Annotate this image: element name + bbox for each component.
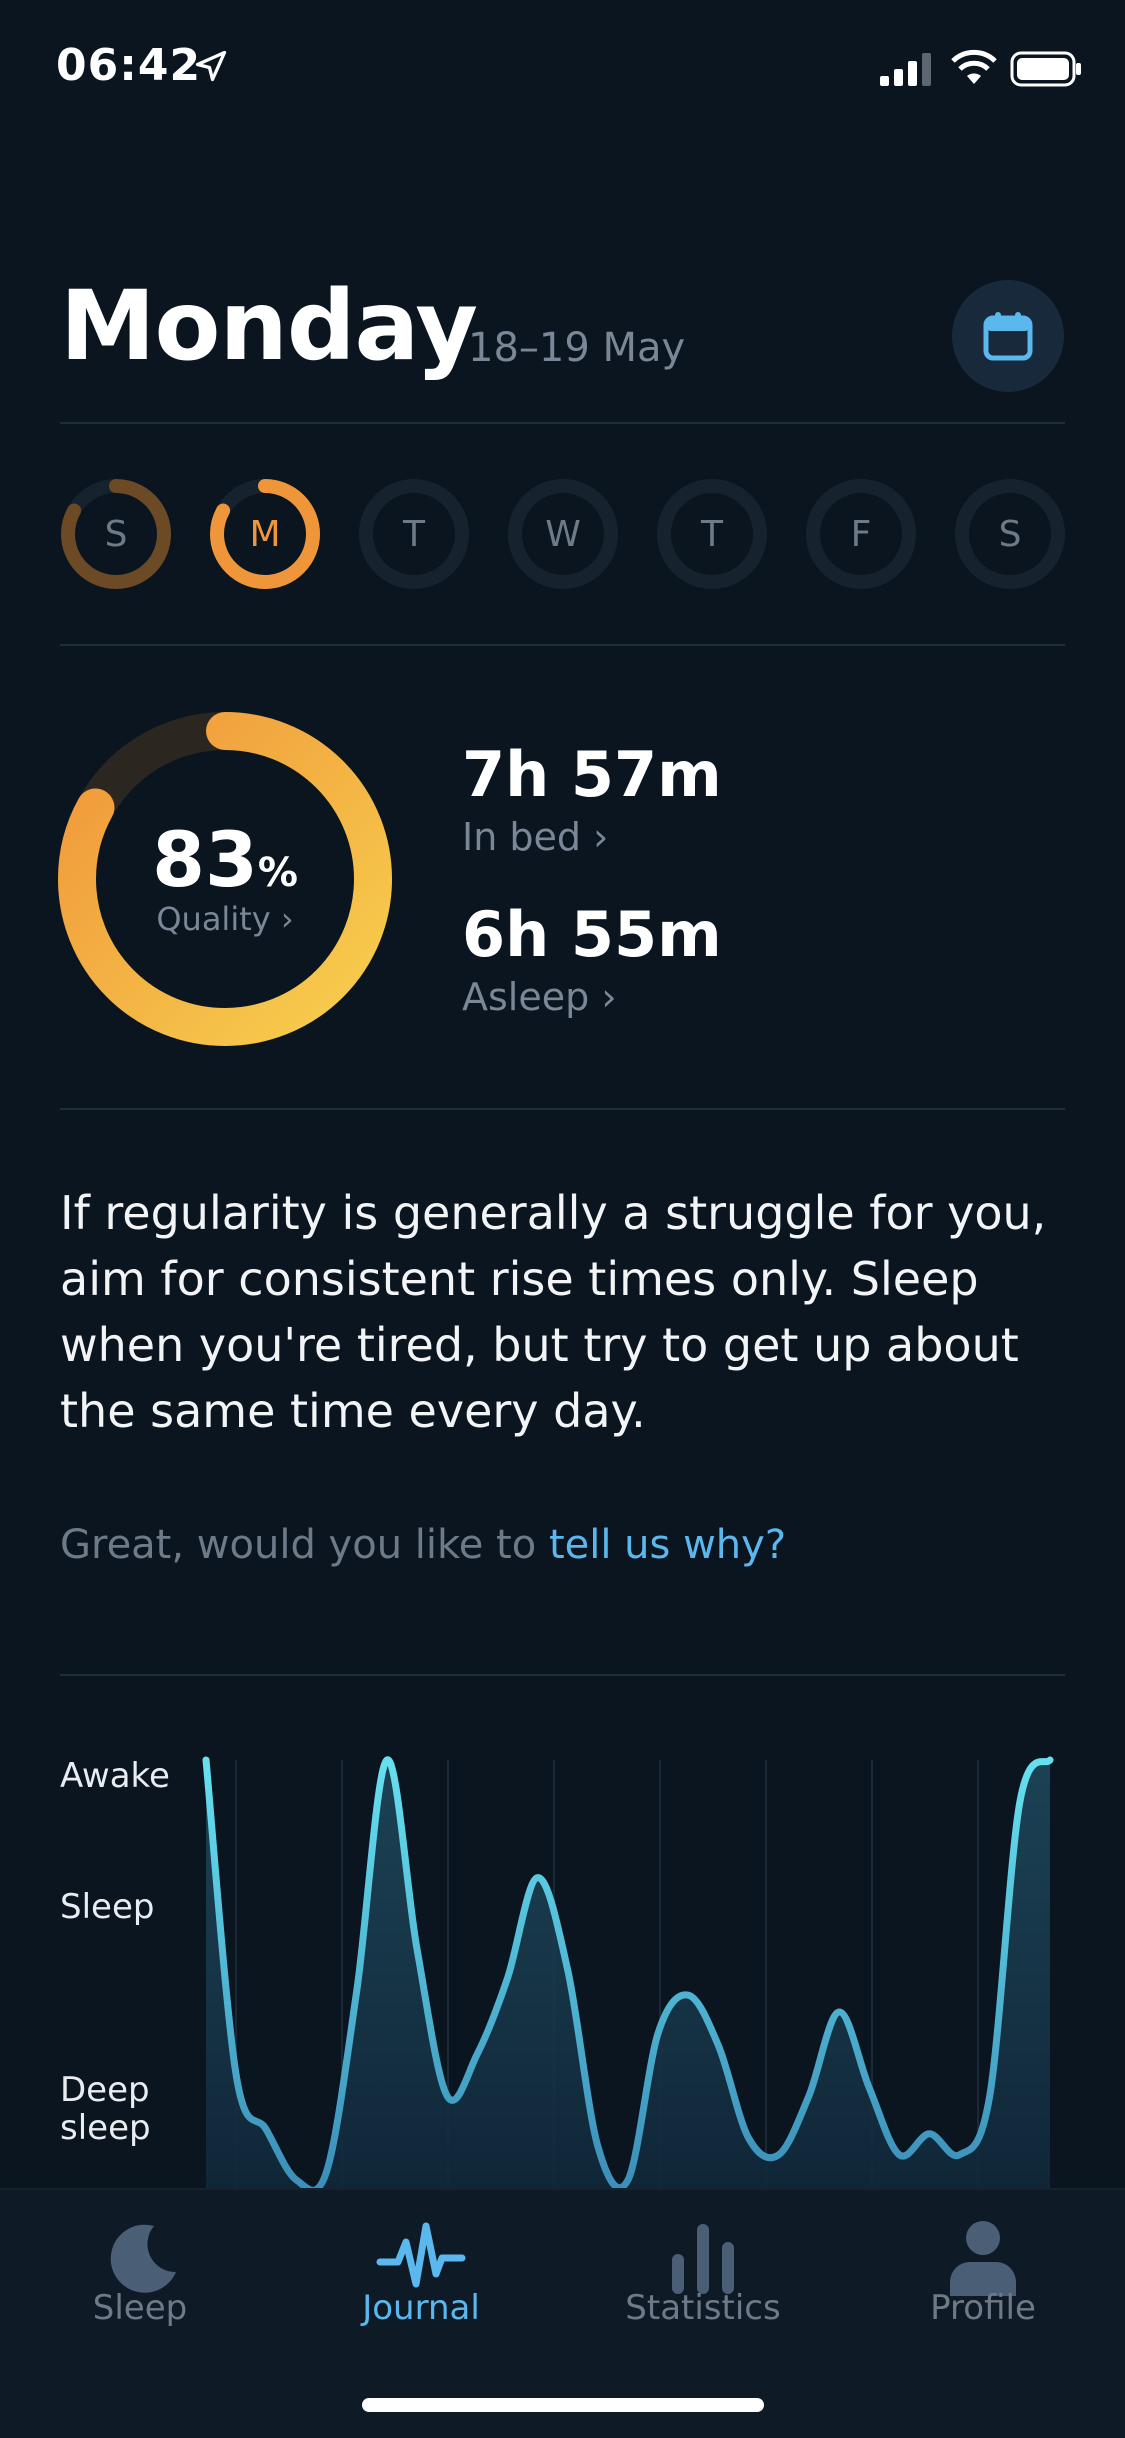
in-bed-link[interactable]: In bed › (462, 815, 608, 859)
y-level-sleep: Sleep (60, 1887, 155, 1927)
day-letter: W (545, 513, 581, 555)
feedback-text: Great, would you like to (60, 1522, 549, 1568)
y-level-awake: Awake (60, 1756, 170, 1796)
day-button[interactable]: M (207, 476, 323, 592)
y-level-deep-sleep: Deep sleep (60, 2070, 151, 2148)
day-letter: T (403, 513, 425, 555)
feedback-prompt: Great, would you like to tell us why? (60, 1522, 786, 1568)
tab-label: Statistics (625, 2288, 781, 2328)
calendar-button[interactable] (952, 280, 1064, 392)
chevron-right-icon: › (601, 975, 617, 1019)
divider (60, 422, 1065, 424)
sleep-tip: If regularity is generally a struggle fo… (60, 1186, 1047, 1438)
chevron-right-icon: › (593, 815, 609, 859)
day-letter: S (998, 513, 1022, 555)
status-time: 06:42 (56, 40, 202, 91)
divider (60, 644, 1065, 646)
day-letter: F (850, 513, 872, 555)
page-title: Monday (60, 270, 478, 382)
day-button[interactable]: T (654, 476, 770, 592)
day-button[interactable]: F (803, 476, 919, 592)
quality-unit: % (257, 850, 298, 896)
day-button[interactable]: T (356, 476, 472, 592)
in-bed-label: In bed (462, 815, 581, 859)
asleep-link[interactable]: Asleep › (462, 975, 617, 1019)
home-indicator[interactable] (362, 2398, 764, 2412)
calendar-icon (983, 312, 1033, 361)
day-button[interactable]: S (952, 476, 1068, 592)
tab-label: Journal (362, 2288, 480, 2328)
quality-percent: 83% (58, 815, 392, 904)
day-letter: M (249, 513, 281, 555)
wifi-icon (951, 49, 997, 84)
tab-label: Profile (930, 2288, 1036, 2328)
day-letter: T (701, 513, 723, 555)
quality-label: Quality (156, 900, 271, 938)
chart-line (202, 1756, 1054, 2188)
chevron-right-icon: › (280, 900, 294, 938)
sleep-chart (202, 1756, 1054, 2188)
date-range: 18–19 May (468, 325, 686, 371)
day-button[interactable]: S (58, 476, 174, 592)
location-arrow-icon (195, 50, 227, 82)
divider (60, 1674, 1065, 1676)
quality-link[interactable]: Quality › (58, 900, 392, 938)
battery-icon (1010, 51, 1081, 87)
quality-value: 83 (152, 815, 258, 904)
day-letter: S (104, 513, 128, 555)
divider (60, 1108, 1065, 1110)
tab-label: Sleep (92, 2288, 188, 2328)
cellular-signal-icon (880, 53, 931, 86)
asleep-value: 6h 55m (462, 898, 722, 971)
in-bed-value: 7h 57m (462, 738, 722, 811)
tell-us-why-link[interactable]: tell us why? (549, 1522, 786, 1568)
asleep-label: Asleep (462, 975, 590, 1019)
chart-area (206, 1759, 1050, 2188)
day-button[interactable]: W (505, 476, 621, 592)
